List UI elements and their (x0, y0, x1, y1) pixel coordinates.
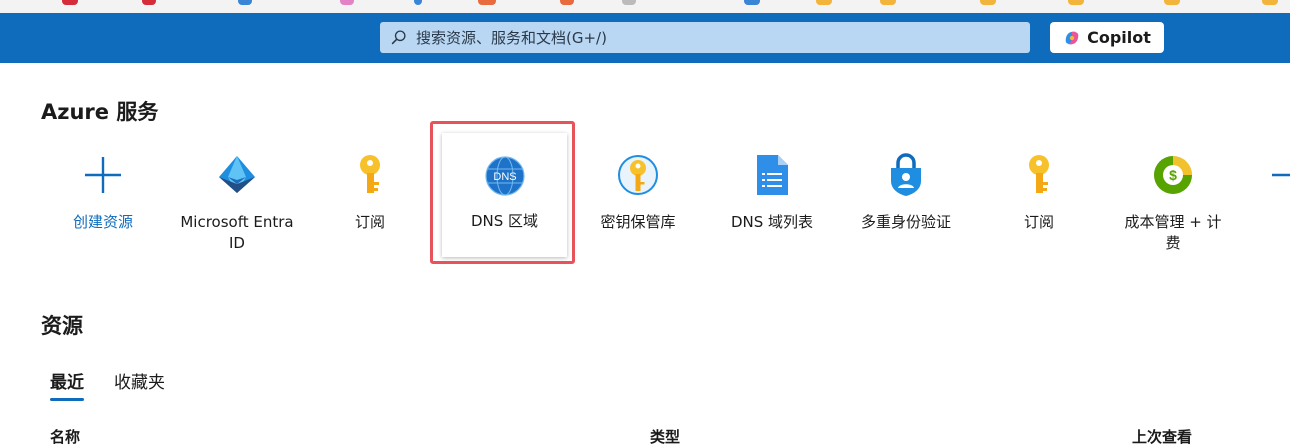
bookmark-icon[interactable] (560, 0, 574, 5)
service-tile-subscriptions-2[interactable]: 订阅 (973, 130, 1105, 266)
service-label: 创建资源 (72, 213, 133, 231)
service-tile-more[interactable]: 更 (1240, 130, 1290, 266)
plus-icon (85, 157, 121, 193)
copilot-icon (1065, 31, 1079, 44)
service-label: 多重身份验证 (860, 213, 951, 231)
bookmark-icon[interactable] (340, 0, 354, 5)
service-tile-subscriptions[interactable]: 订阅 (304, 130, 436, 266)
search-placeholder: 搜索资源、服务和文档(G+/) (416, 29, 607, 47)
bookmark-icon[interactable] (62, 0, 78, 5)
bookmark-icon[interactable] (622, 0, 636, 5)
bookmark-icon[interactable] (1164, 0, 1180, 5)
bookmark-icon[interactable] (816, 0, 832, 5)
bookmark-icon[interactable] (142, 0, 156, 5)
service-label: 订阅 (1023, 213, 1054, 231)
tab-recent[interactable]: 最近 (50, 368, 84, 401)
column-header-name[interactable]: 名称 (50, 426, 80, 447)
service-tile-key-vaults[interactable]: 密钥保管库 (572, 130, 704, 266)
bookmark-icon[interactable] (980, 0, 996, 5)
entra-id-icon (219, 156, 255, 193)
service-tile-create-resource[interactable]: 创建资源 (37, 130, 169, 266)
azure-services-title: Azure 服务 (41, 100, 159, 124)
copilot-button[interactable]: Copilot (1050, 22, 1164, 53)
browser-bookmark-bar (0, 0, 1290, 13)
service-label: 订阅 (354, 213, 385, 231)
cost-management-icon: $ (1154, 156, 1192, 194)
tab-favorites[interactable]: 收藏夹 (114, 368, 165, 401)
dns-icon-text: DNS (493, 171, 516, 183)
bookmark-icon[interactable] (1068, 0, 1084, 5)
service-label: DNS 区域 (470, 212, 539, 230)
bookmark-icon[interactable] (880, 0, 896, 5)
bookmark-icon[interactable] (1262, 0, 1278, 5)
document-list-icon (757, 155, 788, 195)
key-vault-icon (618, 155, 658, 195)
service-label: DNS 域列表 (730, 213, 814, 231)
service-tile-dns-zones[interactable]: DNS DNS 区域 (442, 133, 567, 257)
service-tile-entra-id[interactable]: Microsoft Entra ID (171, 130, 303, 266)
copilot-label: Copilot (1087, 28, 1151, 47)
service-label: 密钥保管库 (600, 213, 676, 231)
column-header-last-viewed[interactable]: 上次查看 (1132, 426, 1192, 447)
arrow-icon (1272, 173, 1290, 177)
bookmark-icon[interactable] (744, 0, 760, 5)
service-tile-dns-domain-list[interactable]: DNS 域列表 (706, 130, 838, 266)
service-tile-cost-management[interactable]: $ 成本管理 + 计费 (1107, 130, 1239, 266)
svg-text:$: $ (1169, 167, 1177, 183)
service-label: 成本管理 + 计费 (1124, 213, 1222, 252)
key-icon (1029, 155, 1049, 193)
column-header-type[interactable]: 类型 (650, 426, 680, 447)
mfa-lock-icon (891, 153, 921, 196)
azure-top-bar: 搜索资源、服务和文档(G+/) Copilot (0, 13, 1290, 63)
bookmark-icon[interactable] (414, 0, 422, 5)
search-icon (391, 30, 406, 45)
resources-tabs: 最近 收藏夹 (50, 368, 165, 401)
bookmark-icon[interactable] (238, 0, 252, 5)
service-tile-mfa[interactable]: 多重身份验证 (840, 130, 972, 266)
global-search-input[interactable]: 搜索资源、服务和文档(G+/) (380, 22, 1030, 53)
bookmark-icon[interactable] (478, 0, 496, 5)
dns-globe-icon: DNS (484, 156, 525, 196)
resources-title: 资源 (41, 314, 83, 338)
service-label: Microsoft Entra ID (180, 213, 294, 252)
key-icon (360, 155, 380, 193)
